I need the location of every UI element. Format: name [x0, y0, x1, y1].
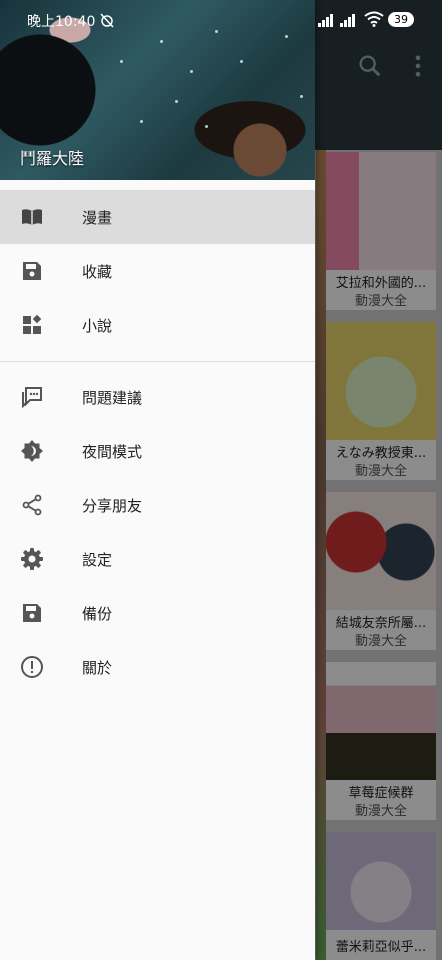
- alarm-off-icon: [100, 13, 114, 28]
- menu-item-label: 設定: [82, 551, 113, 569]
- menu-divider: [0, 361, 315, 362]
- battery-indicator: 39: [388, 12, 414, 27]
- menu-item-settings[interactable]: 設定: [0, 532, 315, 586]
- menu-item-comics[interactable]: 漫畫: [0, 190, 315, 244]
- menu-item-label: 問題建議: [82, 389, 143, 407]
- info-icon: [21, 656, 43, 678]
- menu-item-label: 漫畫: [82, 209, 113, 227]
- drawer-header-title: 鬥羅大陸: [20, 149, 85, 168]
- navigation-drawer: 鬥羅大陸 漫畫 收藏 小說 問題建議 夜間模式 分享朋友 設定 備份 關於: [0, 0, 315, 960]
- menu-item-novels[interactable]: 小說: [0, 298, 315, 352]
- menu-item-label: 收藏: [82, 263, 113, 281]
- save-icon: [23, 262, 41, 280]
- menu-item-label: 關於: [82, 659, 113, 677]
- status-time: 晚上10:40: [27, 14, 96, 30]
- book-icon: [22, 209, 42, 225]
- menu-item-label: 備份: [82, 605, 113, 623]
- menu-item-share[interactable]: 分享朋友: [0, 478, 315, 532]
- backup-icon: [23, 604, 41, 622]
- menu-item-label: 小說: [82, 317, 113, 335]
- menu-item-backup[interactable]: 備份: [0, 586, 315, 640]
- dashboard-icon: [23, 314, 42, 334]
- menu-item-night-mode[interactable]: 夜間模式: [0, 424, 315, 478]
- brightness-icon: [21, 440, 43, 462]
- menu-item-label: 分享朋友: [82, 497, 143, 515]
- status-bar: 晚上10:40 39: [0, 0, 442, 40]
- wifi-icon: [364, 11, 384, 27]
- signal-icon: [318, 14, 355, 27]
- menu-item-about[interactable]: 關於: [0, 640, 315, 694]
- settings-icon: [21, 548, 43, 570]
- menu-item-feedback[interactable]: 問題建議: [0, 370, 315, 424]
- menu-item-favorites[interactable]: 收藏: [0, 244, 315, 298]
- menu-item-label: 夜間模式: [82, 443, 143, 461]
- drawer-menu: 漫畫 收藏 小說 問題建議 夜間模式 分享朋友 設定 備份 關於: [0, 190, 315, 694]
- share-icon: [22, 494, 42, 516]
- feedback-icon: [22, 387, 42, 409]
